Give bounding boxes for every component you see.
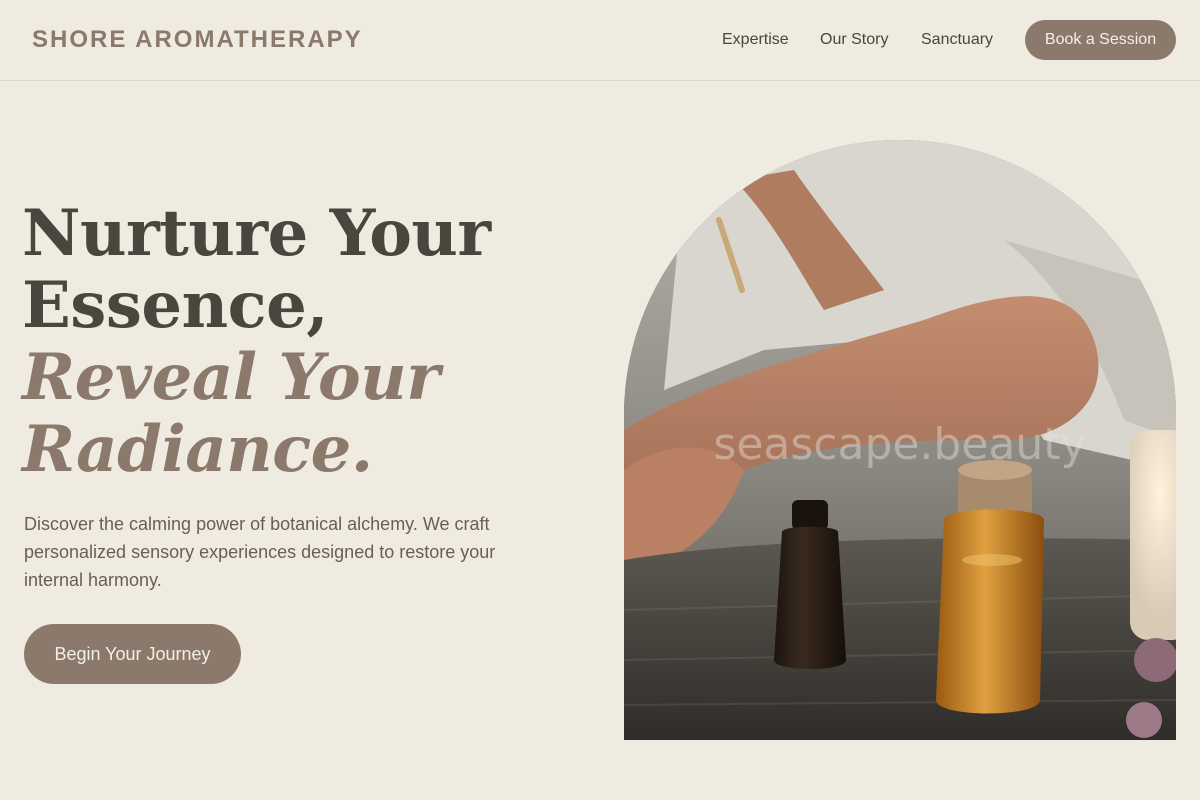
nav-link-our-story[interactable]: Our Story: [820, 30, 888, 50]
begin-journey-button[interactable]: Begin Your Journey: [24, 624, 241, 684]
headline-line-3: Reveal Your: [22, 340, 440, 415]
hero-intro-text: Discover the calming power of botanical …: [24, 514, 496, 590]
book-session-button[interactable]: Book a Session: [1025, 20, 1176, 60]
hero-headline: Nurture Your Essence, Reveal Your Radian…: [22, 198, 602, 486]
nav-link-sanctuary[interactable]: Sanctuary: [921, 30, 993, 50]
headline-line-4: Radiance.: [22, 412, 373, 487]
brand-logo[interactable]: SHORE AROMATHERAPY: [32, 26, 363, 54]
aromatherapy-oils-photo: [624, 140, 1176, 740]
site-header: SHORE AROMATHERAPY Expertise Our Story S…: [0, 0, 1200, 81]
hero-image: seascape.beauty: [624, 140, 1176, 740]
headline-line-1: Nurture Your: [22, 196, 491, 271]
nav-link-expertise[interactable]: Expertise: [722, 30, 789, 50]
headline-line-2: Essence,: [22, 268, 329, 343]
